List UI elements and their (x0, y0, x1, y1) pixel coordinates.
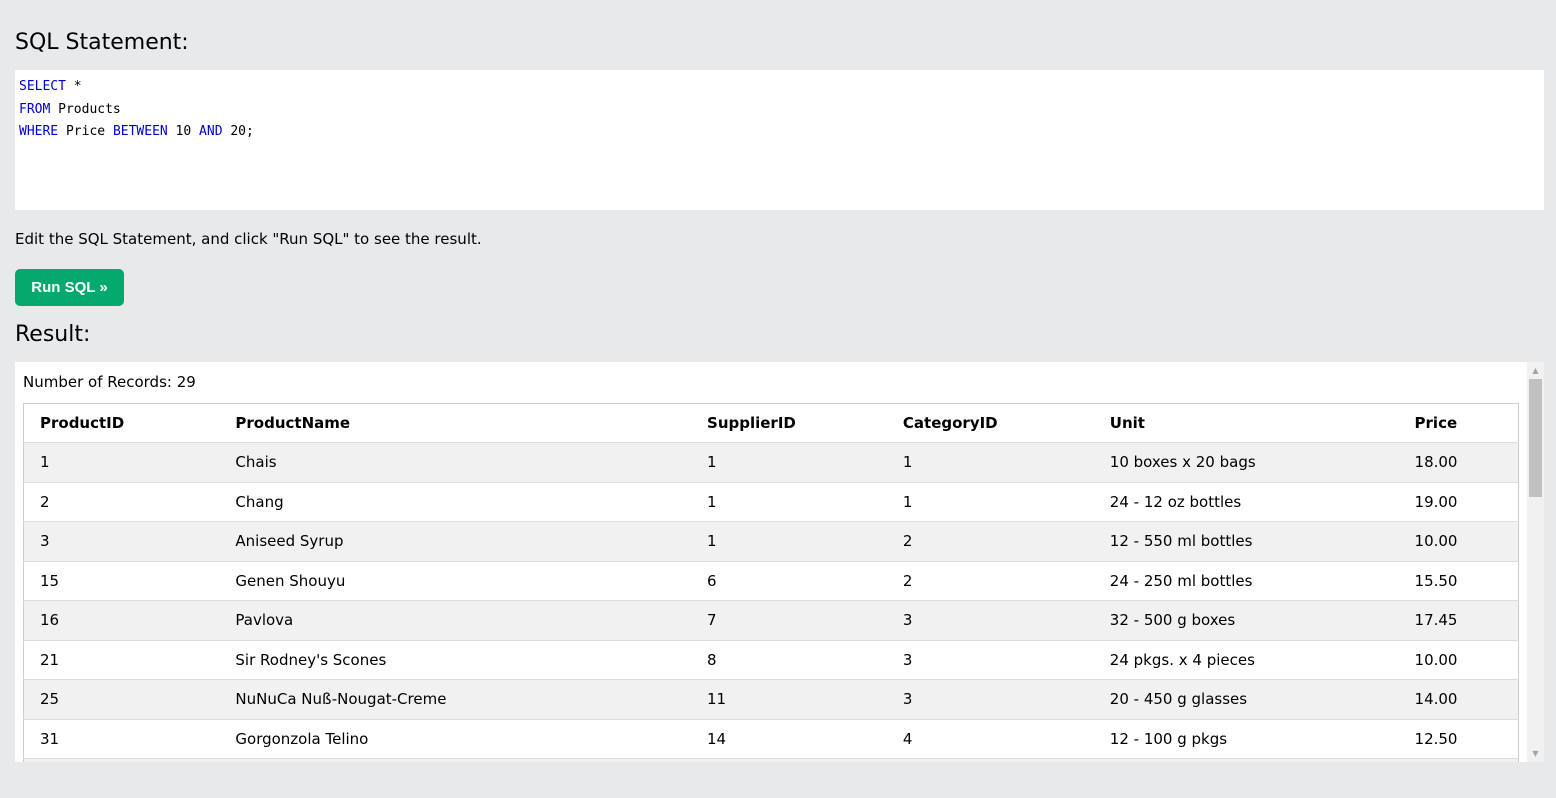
result-panel[interactable]: Number of Records: 29 ProductID ProductNa… (15, 362, 1544, 762)
column-header: ProductID (23, 403, 220, 443)
column-header: CategoryID (886, 403, 1094, 443)
table-cell: Pavlova (219, 600, 692, 641)
table-cell: 21 (23, 640, 220, 680)
table-cell: 12 - 100 g pkgs (1093, 719, 1399, 759)
table-cell: 12.50 (1398, 719, 1519, 759)
table-cell: 24 - 250 ml bottles (1093, 561, 1399, 601)
table-cell (23, 758, 220, 762)
table-row: 21 Sir Rodney's Scones 8 3 24 pkgs. x 4 piec… (23, 640, 1519, 680)
table-cell: 1 (23, 442, 220, 483)
table-row: 1 Chais 1 1 10 boxes x 20 bags 18.00 (23, 442, 1519, 483)
table-cell: Chais (219, 442, 692, 483)
table-row: 2 Chang 1 1 24 - 12 oz bottles 19.00 (23, 482, 1519, 522)
run-sql-button[interactable]: Run SQL » (15, 269, 124, 306)
table-cell: 3 (886, 640, 1094, 680)
table-cell: 2 (886, 521, 1094, 562)
table-cell: Gorgonzola Telino (219, 719, 692, 759)
table-cell (886, 758, 1094, 762)
table-cell: Genen Shouyu (219, 561, 692, 601)
table-cell: NuNuCa Nuß-Nougat-Creme (219, 679, 692, 720)
table-cell: 10.00 (1398, 640, 1519, 680)
table-cell (1093, 758, 1399, 762)
table-cell: 31 (23, 719, 220, 759)
table-cell (1398, 758, 1519, 762)
sql-statement-heading: SQL Statement: (15, 30, 189, 55)
table-cell: 14 (691, 719, 887, 759)
table-cell: 10.00 (1398, 521, 1519, 562)
table-cell (691, 758, 887, 762)
vertical-scrollbar[interactable]: ▲ ▼ (1527, 362, 1544, 762)
table-cell: 25 (23, 679, 220, 720)
table-cell: 18.00 (1398, 442, 1519, 483)
sql-editor[interactable]: SELECT * FROM Products WHERE Price BETWE… (15, 70, 1544, 210)
table-cell: 19.00 (1398, 482, 1519, 522)
table-cell: 1 (691, 442, 887, 483)
table-cell: 11 (691, 679, 887, 720)
column-header: SupplierID (691, 403, 887, 443)
table-cell: 24 pkgs. x 4 pieces (1093, 640, 1399, 680)
column-header: ProductName (219, 403, 692, 443)
record-count: Number of Records: 29 (23, 373, 196, 391)
table-row: 3 Aniseed Syrup 1 2 12 - 550 ml bottles 10.00 (23, 521, 1519, 562)
table-row: 16 Pavlova 7 3 32 - 500 g boxes 17.45 (23, 600, 1519, 641)
table-cell: 15.50 (1398, 561, 1519, 601)
table-cell: 2 (886, 561, 1094, 601)
column-header: Price (1398, 403, 1519, 443)
column-header: Unit (1093, 403, 1399, 443)
table-cell: 1 (886, 482, 1094, 522)
table-cell: Chang (219, 482, 692, 522)
table-cell: 12 - 550 ml bottles (1093, 521, 1399, 562)
table-cell: 2 (23, 482, 220, 522)
table-cell: 1 (691, 482, 887, 522)
table-cell: 16 (23, 600, 220, 641)
table-cell: 3 (23, 521, 220, 562)
table-row (23, 758, 1519, 762)
scrollbar-thumb[interactable] (1529, 379, 1542, 497)
table-cell: 7 (691, 600, 887, 641)
sql-line-2[interactable]: FROM Products (19, 99, 1540, 122)
result-heading: Result: (15, 322, 91, 347)
table-cell: 17.45 (1398, 600, 1519, 641)
table-cell (219, 758, 692, 762)
table-cell: 3 (886, 679, 1094, 720)
table-cell: 24 - 12 oz bottles (1093, 482, 1399, 522)
table-cell: 20 - 450 g glasses (1093, 679, 1399, 720)
scroll-down-arrow-icon[interactable]: ▼ (1527, 745, 1544, 762)
table-row: 25 NuNuCa Nuß-Nougat-Creme 11 3 20 - 450 g g… (23, 679, 1519, 720)
table-cell: Sir Rodney's Scones (219, 640, 692, 680)
sql-line-1[interactable]: SELECT * (19, 76, 1540, 99)
instruction-text: Edit the SQL Statement, and click "Run S… (15, 230, 482, 248)
table-cell: Aniseed Syrup (219, 521, 692, 562)
table-cell: 10 boxes x 20 bags (1093, 442, 1399, 483)
table-cell: 6 (691, 561, 887, 601)
result-table: ProductID ProductName SupplierID CategoryID… (23, 403, 1519, 762)
table-cell: 8 (691, 640, 887, 680)
table-cell: 1 (691, 521, 887, 562)
table-cell: 1 (886, 442, 1094, 483)
sql-line-3[interactable]: WHERE Price BETWEEN 10 AND 20; (19, 121, 1540, 144)
table-cell: 15 (23, 561, 220, 601)
table-row: 15 Genen Shouyu 6 2 24 - 250 ml bottles 15.50 (23, 561, 1519, 601)
table-cell: 3 (886, 600, 1094, 641)
scroll-up-arrow-icon[interactable]: ▲ (1527, 362, 1544, 379)
table-row: 31 Gorgonzola Telino 14 4 12 - 100 g pkgs 12.… (23, 719, 1519, 759)
table-cell: 4 (886, 719, 1094, 759)
table-cell: 14.00 (1398, 679, 1519, 720)
table-cell: 32 - 500 g boxes (1093, 600, 1399, 641)
table-header-row: ProductID ProductName SupplierID CategoryID… (23, 403, 1519, 443)
